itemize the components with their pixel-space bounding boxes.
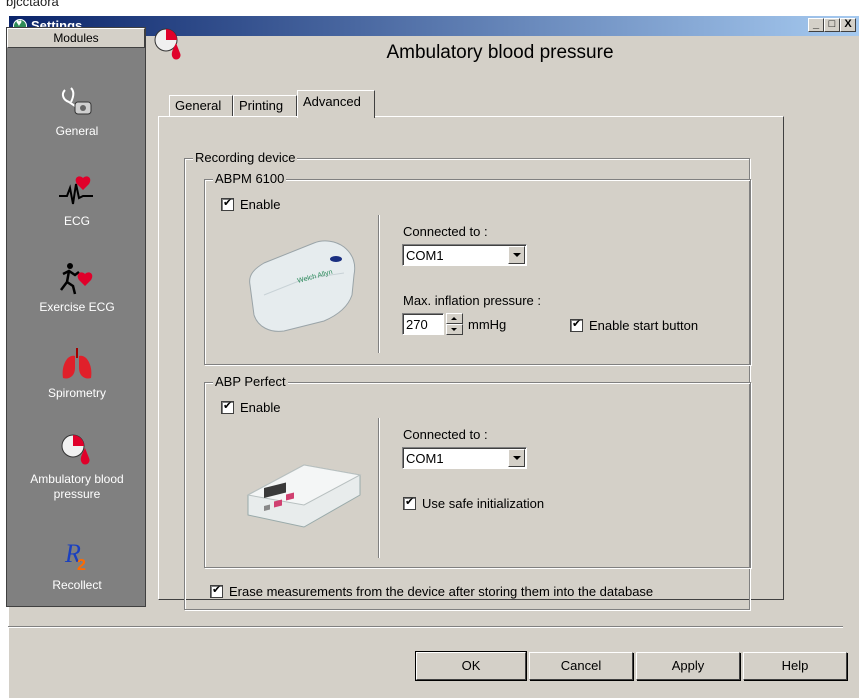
sidebar-item-ambulatory-blood-pressure[interactable]: Ambulatory blood pressure [7,432,147,502]
recording-device-label: Recording device [193,150,298,165]
modules-sidebar: Modules General ECG Exercise ECG Spirome… [6,27,146,607]
use-safe-initialization-label: Use safe initialization [422,496,545,511]
modules-header[interactable]: Modules [7,28,145,48]
abpm6100-device-image: Welch Allyn [244,235,364,335]
abp-perfect-device-image [244,445,364,535]
sidebar-item-spirometry[interactable]: Spirometry [7,346,147,401]
close-button[interactable]: X [840,18,856,32]
sidebar-item-label: Ambulatory blood pressure [30,472,124,501]
tab-printing[interactable]: Printing [233,95,297,117]
stethoscope-icon [57,84,97,120]
r2-logo-icon: R 2 [57,538,97,574]
ecg-heart-icon [57,174,97,210]
sidebar-item-recollect[interactable]: R 2 Recollect [7,538,147,593]
abpm6100-label: ABPM 6100 [213,171,287,186]
help-button[interactable]: Help [743,652,847,680]
checkbox-box[interactable] [403,495,416,510]
top-strip-text: bjcctaora [6,0,59,9]
tab-general[interactable]: General [169,95,233,117]
sidebar-item-label: Recollect [52,578,102,592]
sidebar-item-label: ECG [63,214,90,228]
erase-measurements-checkbox[interactable]: Erase measurements from the device after… [210,583,654,599]
sidebar-item-exercise-ecg[interactable]: Exercise ECG [7,260,147,315]
abp-perfect-divider [378,418,379,558]
pressure-stepper[interactable] [446,313,463,335]
spin-up-icon[interactable] [446,313,463,324]
cancel-button[interactable]: Cancel [529,652,633,680]
sidebar-item-label: Exercise ECG [39,300,115,314]
tab-advanced[interactable]: Advanced [297,90,375,118]
chevron-down-icon[interactable] [508,449,525,467]
abp-perfect-enable-label: Enable [240,400,281,415]
abp-perfect-label: ABP Perfect [213,374,288,389]
runner-heart-icon [57,260,97,296]
abpm-port-value: COM1 [406,248,444,263]
erase-measurements-label: Erase measurements from the device after… [229,584,654,599]
checkbox-box[interactable] [221,196,234,211]
abpm-divider [378,215,379,353]
spin-down-icon[interactable] [446,324,463,335]
checkbox-box[interactable] [570,317,583,332]
abpm-enable-label: Enable [240,197,281,212]
abp-perfect-connected-label: Connected to : [403,427,488,442]
ambulatory-bp-header-icon [152,27,186,63]
ok-button[interactable]: OK [415,651,527,681]
enable-start-button-label: Enable start button [589,318,699,333]
abpm-connected-label: Connected to : [403,224,488,239]
minimize-button[interactable]: _ [808,18,824,32]
abp-perfect-enable-checkbox[interactable]: Enable [221,399,281,415]
checkbox-box[interactable] [221,399,234,414]
footer-divider [8,626,843,628]
checkbox-box[interactable] [210,583,223,598]
page-title: Ambulatory blood pressure [386,42,614,63]
maximize-button[interactable]: □ [824,18,840,32]
clock-drop-icon [57,432,97,468]
enable-start-button-checkbox[interactable]: Enable start button [570,317,699,333]
abpm-pressure-label: Max. inflation pressure : [403,293,542,308]
advanced-tab-panel: Recording device ABPM 6100 Enable Welch … [158,116,784,610]
svg-text:2: 2 [77,557,86,574]
abpm-port-select[interactable]: COM1 [402,244,527,266]
apply-button[interactable]: Apply [636,652,740,680]
abp-perfect-port-value: COM1 [406,451,444,466]
lungs-icon [57,346,97,382]
chevron-down-icon[interactable] [508,246,525,264]
pressure-input[interactable]: 270 [402,313,444,335]
sidebar-item-label: General [55,124,99,138]
abp-perfect-port-select[interactable]: COM1 [402,447,527,469]
pressure-unit: mmHg [468,317,507,332]
abpm-enable-checkbox[interactable]: Enable [221,196,281,212]
sidebar-item-ecg[interactable]: ECG [7,174,147,229]
use-safe-initialization-checkbox[interactable]: Use safe initialization [403,495,545,511]
sidebar-item-general[interactable]: General [7,84,147,139]
sidebar-item-label: Spirometry [47,386,106,400]
